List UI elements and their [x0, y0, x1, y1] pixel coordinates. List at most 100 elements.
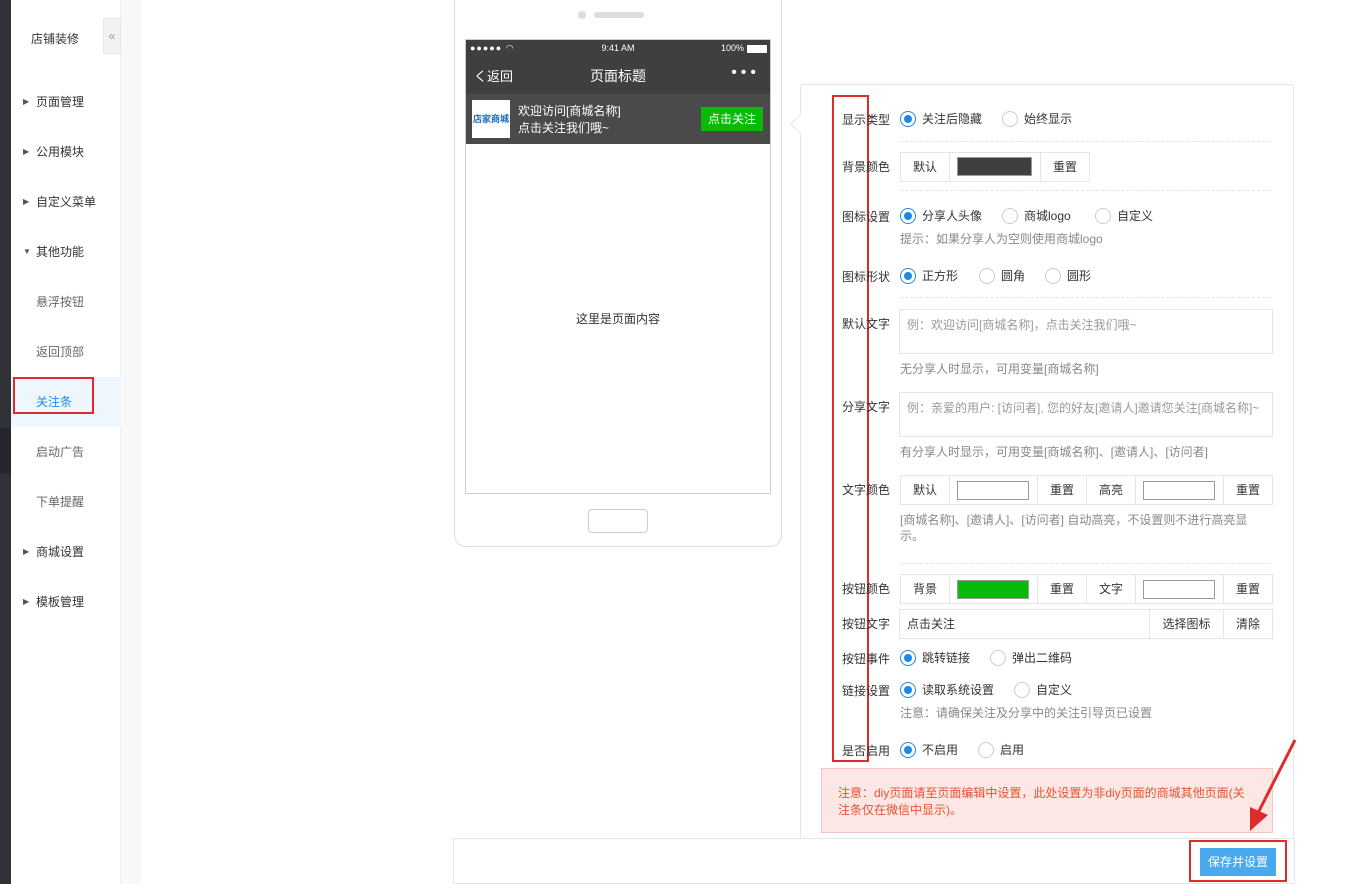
- phone-nav-bar: く返回 页面标题 •••: [466, 58, 770, 94]
- radio-dot: [900, 742, 916, 758]
- sidebar-item-page-management[interactable]: ▶ 页面管理: [11, 77, 121, 127]
- radio-dot: [1014, 682, 1030, 698]
- bg-color-swatch[interactable]: [957, 157, 1032, 176]
- sidebar-item-label: 悬浮按钮: [36, 295, 85, 309]
- bg-color-reset-button[interactable]: 重置: [1040, 152, 1090, 182]
- highlight-color-reset-button[interactable]: 重置: [1223, 475, 1273, 505]
- radio-dot: [900, 682, 916, 698]
- radio-enabled[interactable]: 启用: [978, 741, 1024, 759]
- page-content-text: 这里是页面内容: [575, 312, 660, 326]
- sidebar-item-template-management[interactable]: ▶ 模板管理: [11, 577, 121, 627]
- app-nav-highlight: [0, 428, 11, 474]
- radio-hide-after-follow[interactable]: 关注后隐藏: [900, 110, 982, 128]
- follow-text-line2: 点击关注我们哦~: [518, 121, 610, 135]
- radio-label: 关注后隐藏: [922, 112, 983, 126]
- radio-circle[interactable]: 圆形: [1045, 267, 1091, 285]
- radio-jump-link[interactable]: 跳转链接: [900, 649, 970, 667]
- radio-custom-icon[interactable]: 自定义: [1095, 207, 1153, 225]
- highlight-color-swatch[interactable]: [1143, 481, 1215, 500]
- phone-home-button: [588, 509, 648, 533]
- radio-disabled[interactable]: 不启用: [900, 741, 958, 759]
- radio-label: 自定义: [1036, 683, 1073, 697]
- radio-label: 圆角: [1001, 269, 1026, 283]
- button-text-color-swatch[interactable]: [1143, 580, 1215, 599]
- caret-right-icon: ▶: [23, 97, 30, 106]
- follow-text-line1: 欢迎访问[商城名称]: [518, 104, 621, 118]
- sidebar-item-back-to-top[interactable]: 返回顶部: [11, 327, 121, 377]
- text-color-default-button[interactable]: 默认: [900, 475, 950, 505]
- text-color-label: 文字颜色: [842, 483, 891, 497]
- radio-mall-logo[interactable]: 商城logo: [1002, 207, 1071, 225]
- button-text-input[interactable]: 点击关注: [899, 609, 1150, 639]
- radio-label: 不启用: [922, 743, 959, 757]
- radio-label: 分享人头像: [922, 209, 983, 223]
- button-text-color-reset-button[interactable]: 重置: [1223, 574, 1273, 604]
- divider: [900, 297, 1270, 298]
- phone-preview: ●●●●● ◠ 9:41 AM 100% く返回 页面标题 ••• 店家商城 欢…: [454, 0, 782, 547]
- radio-dot: [1002, 111, 1018, 127]
- default-text-input[interactable]: 例：欢迎访问[商城名称]，点击关注我们哦~: [899, 309, 1273, 354]
- radio-dot: [1095, 208, 1111, 224]
- radio-always-show[interactable]: 始终显示: [1002, 110, 1072, 128]
- caret-right-icon: ▶: [23, 547, 30, 556]
- annotation-box-save: [1189, 840, 1287, 882]
- sidebar-item-common-modules[interactable]: ▶ 公用模块: [11, 127, 121, 177]
- phone-screen: ●●●●● ◠ 9:41 AM 100% く返回 页面标题 ••• 店家商城 欢…: [465, 39, 771, 494]
- battery-text: 100%: [720, 43, 744, 53]
- button-bg-swatch[interactable]: [957, 580, 1029, 599]
- sidebar-item-launch-ad[interactable]: 启动广告: [11, 427, 121, 477]
- sidebar-item-floating-button[interactable]: 悬浮按钮: [11, 277, 121, 327]
- share-text-input[interactable]: 例：亲爱的用户: [访问者], 您的好友[邀请人]邀请您关注[商城名称]~: [899, 392, 1273, 437]
- radio-square[interactable]: 正方形: [900, 267, 958, 285]
- share-text-label: 分享文字: [842, 400, 891, 414]
- more-icon[interactable]: •••: [731, 64, 760, 82]
- radio-label: 读取系统设置: [922, 683, 995, 697]
- radio-rounded[interactable]: 圆角: [979, 267, 1025, 285]
- sidebar-item-order-reminder[interactable]: 下单提醒: [11, 477, 121, 527]
- annotation-box-follow-bar: [13, 377, 94, 414]
- text-color-swatch[interactable]: [957, 481, 1029, 500]
- radio-label: 圆形: [1067, 269, 1092, 283]
- radio-dot: [900, 650, 916, 666]
- radio-dot: [990, 650, 1006, 666]
- choose-icon-button[interactable]: 选择图标: [1149, 609, 1224, 639]
- phone-speaker: [594, 12, 644, 18]
- radio-sharer-avatar[interactable]: 分享人头像: [900, 207, 982, 225]
- sidebar-item-other-features[interactable]: ▼ 其他功能: [11, 227, 121, 277]
- icon-setting-hint: 提示：如果分享人为空则使用商城logo: [900, 232, 1103, 246]
- sidebar-title: 店铺装修: [31, 32, 80, 46]
- button-color-label: 按钮颜色: [842, 582, 891, 596]
- sidebar-item-label: 自定义菜单: [36, 195, 97, 209]
- radio-popup-qrcode[interactable]: 弹出二维码: [990, 649, 1072, 667]
- display-type-label: 显示类型: [842, 113, 891, 127]
- radio-read-system-setting[interactable]: 读取系统设置: [900, 681, 994, 699]
- phone-status-bar: ●●●●● ◠ 9:41 AM 100%: [466, 40, 770, 58]
- radio-custom-link[interactable]: 自定义: [1014, 681, 1072, 699]
- sidebar-item-mall-settings[interactable]: ▶ 商城设置: [11, 527, 121, 577]
- divider: [900, 190, 1270, 191]
- button-text-color-label: 文字: [1086, 574, 1136, 604]
- icon-shape-label: 图标形状: [842, 270, 891, 284]
- button-bg-reset-button[interactable]: 重置: [1037, 574, 1087, 604]
- footer-bar: [453, 838, 1295, 884]
- button-event-label: 按钮事件: [842, 652, 891, 666]
- radio-dot: [900, 111, 916, 127]
- sidebar-item-label: 启动广告: [36, 445, 85, 459]
- radio-dot: [900, 268, 916, 284]
- sidebar-item-label: 商城设置: [36, 545, 85, 559]
- follow-button[interactable]: 点击关注: [701, 107, 763, 131]
- sidebar-item-label: 公用模块: [36, 145, 85, 159]
- radio-label: 自定义: [1117, 209, 1154, 223]
- sidebar: 店铺装修 ▶ 页面管理 ▶ 公用模块 ▶ 自定义菜单 ▼ 其他功能 悬浮按钮 返…: [11, 0, 121, 884]
- battery-icon: [747, 45, 767, 53]
- radio-label: 商城logo: [1024, 209, 1071, 223]
- clear-button[interactable]: 清除: [1223, 609, 1273, 639]
- icon-setting-label: 图标设置: [842, 210, 891, 224]
- sidebar-item-custom-menu[interactable]: ▶ 自定义菜单: [11, 177, 121, 227]
- collapse-sidebar-icon[interactable]: «: [103, 18, 121, 54]
- sidebar-item-label: 其他功能: [36, 245, 85, 259]
- caret-right-icon: ▶: [23, 597, 30, 606]
- mall-logo: 店家商城: [472, 100, 510, 138]
- bg-color-default-button[interactable]: 默认: [900, 152, 950, 182]
- text-color-reset-button[interactable]: 重置: [1037, 475, 1087, 505]
